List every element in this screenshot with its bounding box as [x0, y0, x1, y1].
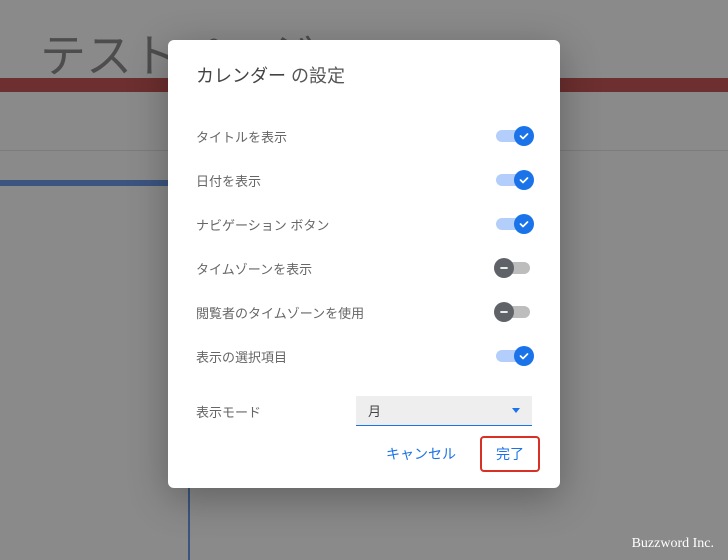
setting-row: ナビゲーション ボタン — [196, 202, 532, 246]
setting-row: タイムゾーンを表示 — [196, 246, 532, 290]
setting-row: 閲覧者のタイムゾーンを使用 — [196, 290, 532, 334]
view-mode-value: 月 — [368, 401, 381, 420]
done-button[interactable]: 完了 — [480, 436, 540, 472]
check-icon — [514, 126, 534, 146]
setting-label: 表示の選択項目 — [196, 347, 287, 366]
minus-icon — [494, 302, 514, 322]
cancel-button[interactable]: キャンセル — [372, 436, 470, 472]
check-icon — [514, 170, 534, 190]
dialog-title-prefix: カレンダー — [196, 66, 286, 86]
dialog-actions: キャンセル 完了 — [372, 436, 540, 472]
setting-label: 閲覧者のタイムゾーンを使用 — [196, 303, 364, 322]
setting-label: タイトルを表示 — [196, 127, 287, 146]
toggle-switch[interactable] — [496, 302, 532, 322]
setting-label: タイムゾーンを表示 — [196, 259, 312, 278]
setting-row: 日付を表示 — [196, 158, 532, 202]
dialog-title-suffix: の設定 — [286, 66, 345, 86]
minus-icon — [494, 258, 514, 278]
toggle-switch[interactable] — [496, 258, 532, 278]
toggle-switch[interactable] — [496, 170, 532, 190]
dialog-title: カレンダー の設定 — [196, 62, 532, 88]
check-icon — [514, 214, 534, 234]
view-mode-label: 表示モード — [196, 402, 356, 421]
toggle-switch[interactable] — [496, 346, 532, 366]
setting-label: ナビゲーション ボタン — [196, 215, 329, 234]
view-mode-row: 表示モード 月 — [196, 396, 532, 426]
view-mode-select[interactable]: 月 — [356, 396, 532, 426]
toggle-switch[interactable] — [496, 126, 532, 146]
chevron-down-icon — [512, 408, 520, 413]
watermark: Buzzword Inc. — [632, 536, 714, 552]
toggle-switch[interactable] — [496, 214, 532, 234]
check-icon — [514, 346, 534, 366]
setting-label: 日付を表示 — [196, 171, 261, 190]
setting-row: タイトルを表示 — [196, 114, 532, 158]
setting-row: 表示の選択項目 — [196, 334, 532, 378]
calendar-settings-dialog: カレンダー の設定 タイトルを表示日付を表示ナビゲーション ボタンタイムゾーンを… — [168, 40, 560, 488]
